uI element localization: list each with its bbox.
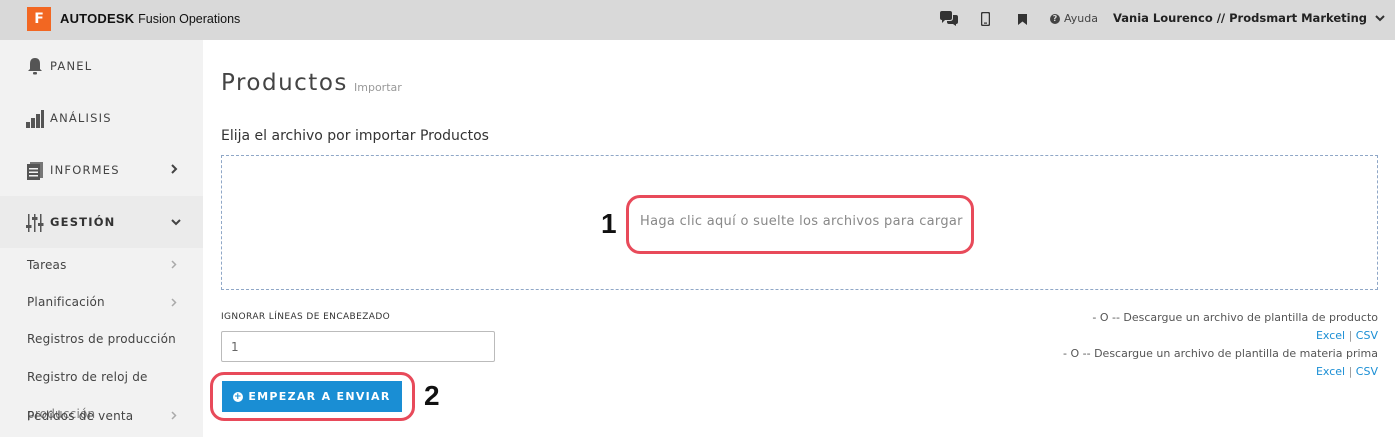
- chevron-right-icon: [171, 409, 177, 423]
- annotation-number-2: 2: [424, 380, 440, 411]
- product-template-links: Excel | CSV: [1316, 329, 1378, 342]
- sidebar-item-panel[interactable]: PANEL: [0, 40, 203, 92]
- brand-name: AUTODESK Fusion Operations: [60, 11, 240, 26]
- sidebar-subitem-registro-reloj[interactable]: Registro de reloj de: [27, 370, 148, 384]
- product-template-excel-link[interactable]: Excel: [1316, 329, 1345, 342]
- bookmark-icon[interactable]: [1016, 10, 1028, 28]
- header-lines-input[interactable]: [221, 331, 495, 362]
- help-label: Ayuda: [1064, 12, 1098, 25]
- chevron-down-icon: [171, 215, 181, 229]
- annotation-highlight-dropzone: [626, 195, 974, 254]
- sidebar-item-gestion[interactable]: GESTIÓN: [0, 196, 203, 248]
- sidebar-subitem-planificacion[interactable]: Planificación: [27, 295, 105, 309]
- product-template-csv-link[interactable]: CSV: [1356, 329, 1378, 342]
- chevron-right-icon: [171, 296, 177, 310]
- annotation-highlight-button: [210, 372, 415, 421]
- material-template-excel-link[interactable]: Excel: [1316, 365, 1345, 378]
- page-subtitle: Importar: [354, 81, 402, 94]
- header-lines-label: IGNORAR LÍNEAS DE ENCABEZADO: [221, 312, 391, 322]
- sidebar-subitem-pedidos-venta[interactable]: Pedidos de venta: [27, 409, 133, 423]
- sidebar-item-label: PANEL: [50, 59, 93, 73]
- sidebar-item-analisis[interactable]: ANÁLISIS: [0, 92, 203, 144]
- user-label: Vania Lourenco // Prodsmart Marketing: [1113, 11, 1367, 25]
- sidebar-item-label: INFORMES: [50, 163, 120, 177]
- file-select-label: Elija el archivo por importar Productos: [221, 128, 489, 144]
- top-bar: F AUTODESK Fusion Operations ? Ayuda Van…: [0, 0, 1395, 40]
- mobile-icon[interactable]: [979, 10, 991, 28]
- material-template-links: Excel | CSV: [1316, 365, 1378, 378]
- sidebar-item-informes[interactable]: INFORMES: [0, 144, 203, 196]
- brand-bold: AUTODESK: [60, 11, 135, 26]
- material-template-text: - O -- Descargue un archivo de plantilla…: [1063, 347, 1378, 360]
- chevron-down-icon: [1375, 14, 1385, 21]
- chevron-right-icon: [171, 163, 178, 177]
- brand-product: Fusion Operations: [138, 12, 241, 26]
- fusion-logo-icon[interactable]: F: [27, 7, 51, 31]
- material-template-csv-link[interactable]: CSV: [1356, 365, 1378, 378]
- user-menu[interactable]: Vania Lourenco // Prodsmart Marketing: [1113, 11, 1385, 25]
- annotation-number-1: 1: [601, 208, 617, 239]
- sidebar-item-label: GESTIÓN: [50, 215, 116, 229]
- chevron-right-icon: [171, 258, 177, 272]
- page-title: Productos: [221, 70, 348, 96]
- question-icon: ?: [1050, 13, 1060, 24]
- sidebar-item-label: ANÁLISIS: [50, 111, 112, 125]
- help-link[interactable]: ? Ayuda: [1050, 12, 1098, 25]
- chat-icon[interactable]: [938, 10, 960, 28]
- link-separator: |: [1348, 365, 1353, 378]
- sidebar: PANEL ANÁLISIS INFORMES GESTIÓN Tareas P…: [0, 40, 203, 437]
- sliders-icon: [26, 212, 44, 232]
- bell-icon: [26, 55, 44, 75]
- product-template-text: - O -- Descargue un archivo de plantilla…: [1092, 311, 1378, 324]
- document-icon: [26, 160, 44, 180]
- sidebar-subitem-tareas[interactable]: Tareas: [27, 258, 67, 272]
- link-separator: |: [1348, 329, 1353, 342]
- bar-chart-icon: [26, 108, 44, 128]
- sidebar-subitem-registros-produccion[interactable]: Registros de producción: [27, 332, 176, 346]
